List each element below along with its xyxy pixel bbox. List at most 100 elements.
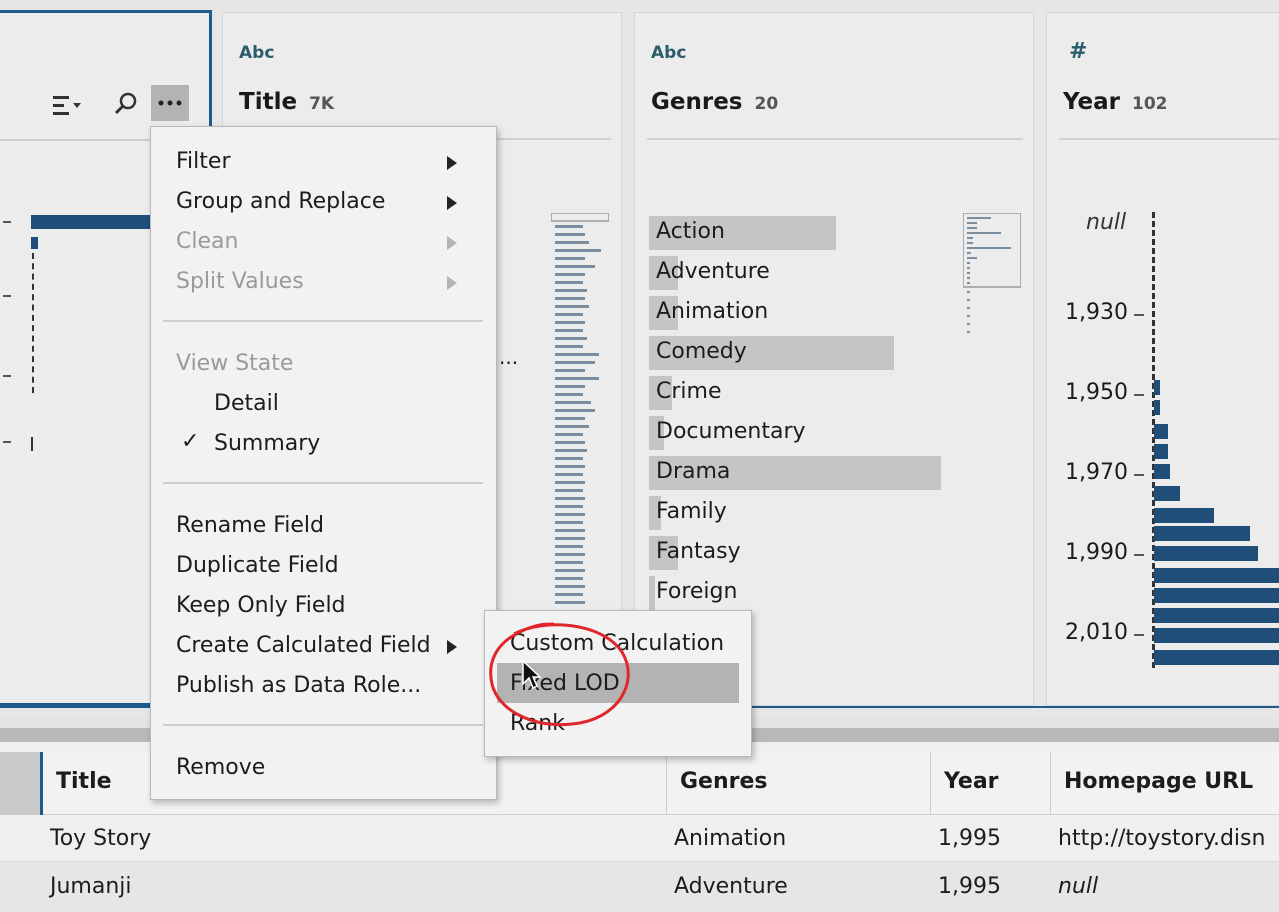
year-tick-label: 2,010 [1065,620,1128,645]
card-header-rule [0,139,153,141]
column-header-year[interactable]: Year [944,769,999,794]
cell-year[interactable]: 1,995 [938,826,1001,851]
search-icon[interactable] [113,91,139,117]
column-header-homepage-url[interactable]: Homepage URL [1064,769,1253,794]
annotation-circle [484,612,634,730]
field-name: Title 7K [239,89,334,115]
truncated-value: ... [499,345,519,369]
year-histogram-bar[interactable] [1154,380,1160,395]
field-context-menu: Filter Group and Replace Clean Split Val… [150,126,497,800]
null-label: null [1086,210,1127,235]
cell-genres[interactable]: Animation [674,826,786,851]
menu-item-keep-only-field[interactable]: Keep Only Field [176,593,346,618]
year-histogram-bar[interactable] [1154,508,1214,523]
card-header-rule [647,138,1023,140]
menu-separator [163,482,483,484]
more-options-icon[interactable] [151,85,189,121]
cell-title[interactable]: Toy Story [50,826,151,851]
menu-heading-view-state: View State [176,351,294,376]
card-header-rule [1059,138,1279,140]
field-name-label: Title [239,89,298,115]
year-tick-mark [1134,554,1144,556]
submenu-arrow-icon [447,276,457,290]
year-histogram-bar[interactable] [1154,486,1180,501]
cell-genres[interactable]: Adventure [674,874,788,899]
year-histogram-bar[interactable] [1154,444,1168,459]
menu-separator [163,724,483,726]
column-header-genres[interactable]: Genres [680,769,768,794]
axis-tick [3,221,11,223]
year-tick-mark [1134,394,1144,396]
year-tick-label: 1,970 [1065,460,1128,485]
menu-item-duplicate-field[interactable]: Duplicate Field [176,553,339,578]
distinct-count: 20 [754,94,779,114]
checkmark-icon: ✓ [181,429,200,454]
axis-tick [3,375,11,377]
genre-label[interactable]: Foreign [656,579,737,604]
axis-tick [3,441,11,443]
submenu-arrow-icon [447,156,457,170]
year-histogram-bar[interactable] [1154,588,1279,603]
distribution-tick [31,437,33,451]
year-histogram-bar[interactable] [1154,568,1279,583]
year-histogram-bar[interactable] [1154,628,1279,643]
distinct-count: 102 [1132,94,1168,114]
axis-tick [3,295,11,297]
year-tick-mark [1134,314,1144,316]
menu-item-detail[interactable]: Detail [214,391,279,416]
scrollbar-overview[interactable] [550,212,610,613]
string-type-icon: Abc [239,43,275,63]
scrollbar-overview[interactable] [962,212,1022,337]
menu-item-remove[interactable]: Remove [176,755,265,780]
genre-bar[interactable] [649,576,655,610]
year-histogram-bar[interactable] [1154,464,1170,479]
field-name: Year 102 [1063,89,1168,115]
selected-column-header[interactable] [0,752,40,814]
year-tick-mark [1134,634,1144,636]
genre-label[interactable]: Drama [656,459,730,484]
distribution-axis [32,253,34,393]
distribution-bar [31,215,155,229]
year-histogram-bar[interactable] [1154,424,1168,439]
field-name-label: Genres [651,89,743,115]
submenu-arrow-icon [447,640,457,654]
submenu-arrow-icon [447,236,457,250]
distinct-count: 7K [309,94,335,114]
year-histogram-bar[interactable] [1154,526,1250,541]
menu-item-create-calculated-field[interactable]: Create Calculated Field [176,633,431,658]
menu-item-publish-as-data-role[interactable]: Publish as Data Role... [176,673,421,698]
field-name-label: Year [1063,89,1121,115]
genre-label[interactable]: Action [656,219,725,244]
genre-label[interactable]: Documentary [656,419,806,444]
genre-label[interactable]: Crime [656,379,721,404]
column-header-title[interactable]: Title [56,769,112,794]
sort-icon[interactable] [51,93,81,119]
year-tick-label: 1,990 [1065,540,1128,565]
genre-label[interactable]: Animation [656,299,768,324]
genre-label[interactable]: Adventure [656,259,770,284]
year-tick-label: 1,950 [1065,380,1128,405]
year-tick-label: 1,930 [1065,300,1128,325]
number-type-icon: # [1069,39,1088,64]
menu-item-split-values: Split Values [176,269,304,294]
distribution-bar [31,237,38,249]
cell-title[interactable]: Jumanji [50,874,132,899]
genre-label[interactable]: Comedy [656,339,747,364]
submenu-arrow-icon [447,196,457,210]
cell-year[interactable]: 1,995 [938,874,1001,899]
menu-item-group-and-replace[interactable]: Group and Replace [176,189,385,214]
field-name: Genres 20 [651,89,778,115]
year-histogram-bar[interactable] [1154,400,1160,415]
genre-label[interactable]: Fantasy [656,539,741,564]
cell-homepage-url[interactable]: http://toystory.disn [1058,826,1265,851]
year-histogram-bar[interactable] [1154,546,1258,561]
menu-item-filter[interactable]: Filter [176,149,230,174]
string-type-icon: Abc [651,43,687,63]
menu-item-rename-field[interactable]: Rename Field [176,513,324,538]
year-tick-mark [1134,474,1144,476]
year-histogram-bar[interactable] [1154,650,1279,665]
genre-label[interactable]: Family [656,499,727,524]
cell-homepage-url[interactable]: null [1058,874,1098,899]
year-histogram-bar[interactable] [1154,608,1279,623]
menu-item-summary[interactable]: Summary [214,431,320,456]
